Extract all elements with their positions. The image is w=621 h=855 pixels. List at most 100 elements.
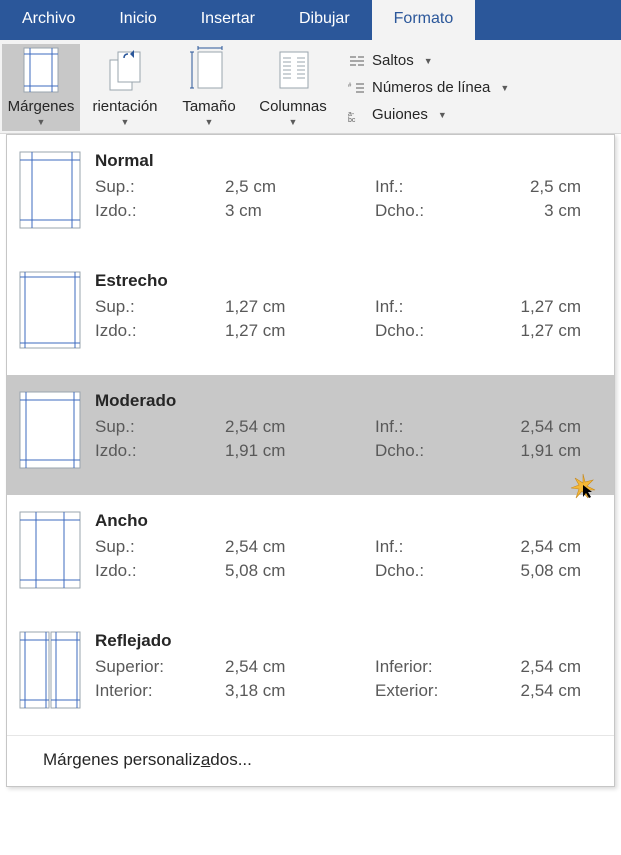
margin-row-label2: Exterior: [375,681,505,701]
custom-margins-item[interactable]: Márgenes personalizados... [7,735,614,786]
hyphenation-icon: a- bc [348,108,366,122]
breaks-button[interactable]: Saltos ▼ [340,48,517,73]
margin-option-body: Reflejado Superior:2,54 cmInferior:2,54 c… [95,631,604,709]
custom-margins-label-underline: a [201,750,210,769]
margin-option-title: Ancho [95,511,604,531]
margin-row-value2: 1,91 cm [505,441,581,461]
margin-row-value: 3,18 cm [225,681,375,701]
columns-button[interactable]: Columnas ▼ [254,44,332,131]
margin-row: Sup.:2,54 cmInf.:2,54 cm [95,537,604,557]
line-numbers-button[interactable]: # Números de línea ▼ [340,75,517,100]
margin-option-moderado[interactable]: ModeradoSup.:2,54 cmInf.:2,54 cmIzdo.:1,… [7,375,614,495]
margin-row-label2: Inf.: [375,417,505,437]
margin-row-value: 1,27 cm [225,297,375,317]
hyphenation-button[interactable]: a- bc Guiones ▼ [340,102,517,127]
margin-thumb-icon [19,391,81,469]
margin-row-label: Izdo.: [95,321,225,341]
line-numbers-label: Números de línea [372,79,490,96]
margin-row-value2: 2,54 cm [505,537,581,557]
margin-option-title: Estrecho [95,271,604,291]
svg-text:#: # [348,83,352,89]
margins-button[interactable]: Márgenes ▼ [2,44,80,131]
margin-row: Izdo.:3 cmDcho.:3 cm [95,201,604,221]
margin-row: Interior:3,18 cmExterior:2,54 cm [95,681,604,701]
margin-row: Izdo.:1,27 cmDcho.:1,27 cm [95,321,604,341]
hyphenation-label: Guiones [372,106,428,123]
margin-row: Sup.:1,27 cmInf.:1,27 cm [95,297,604,317]
size-label: Tamaño [182,98,235,115]
page-setup-group: Saltos ▼ # Números de línea ▼ a- bc Guio… [338,44,519,131]
ribbon-toolbar: Márgenes ▼ rientación ▼ [0,40,621,134]
margin-row-value2: 2,54 cm [505,681,581,701]
orientation-label: rientación [92,98,157,115]
tab-inicio[interactable]: Inicio [97,0,178,40]
margin-row-value: 2,54 cm [225,657,375,677]
margin-row-value: 1,27 cm [225,321,375,341]
margin-row-value: 2,54 cm [225,417,375,437]
margin-row-label2: Inf.: [375,537,505,557]
columns-label: Columnas [259,98,327,115]
margin-row-value2: 5,08 cm [505,561,581,581]
orientation-icon [104,46,146,94]
margin-option-ancho[interactable]: AnchoSup.:2,54 cmInf.:2,54 cmIzdo.:5,08 … [7,495,614,615]
margin-row-label2: Inf.: [375,297,505,317]
margin-thumb-icon [19,151,81,229]
margin-row-label: Sup.: [95,537,225,557]
margin-thumb-icon [19,511,81,589]
size-icon [188,46,230,94]
tab-dibujar[interactable]: Dibujar [277,0,372,40]
margin-row-label: Izdo.: [95,441,225,461]
margin-row-label: Interior: [95,681,225,701]
chevron-down-icon: ▼ [500,83,509,93]
chevron-down-icon: ▼ [289,117,298,127]
margin-row-value: 2,5 cm [225,177,375,197]
margins-label: Márgenes [8,98,75,115]
margin-option-body: ModeradoSup.:2,54 cmInf.:2,54 cmIzdo.:1,… [95,391,604,469]
margin-option-title: Normal [95,151,604,171]
margin-option-body: NormalSup.:2,5 cmInf.:2,5 cmIzdo.:3 cmDc… [95,151,604,229]
margin-row-value: 2,54 cm [225,537,375,557]
margin-row-label2: Dcho.: [375,321,505,341]
chevron-down-icon: ▼ [37,117,46,127]
margin-option-normal[interactable]: NormalSup.:2,5 cmInf.:2,5 cmIzdo.:3 cmDc… [7,135,614,255]
cursor-click-icon [570,473,596,499]
margin-row: Sup.:2,54 cmInf.:2,54 cm [95,417,604,437]
margin-row-value2: 2,54 cm [505,657,581,677]
margin-row-label: Izdo.: [95,561,225,581]
margin-thumb-icon [19,271,81,349]
tab-insertar[interactable]: Insertar [179,0,277,40]
margin-row: Izdo.:5,08 cmDcho.:5,08 cm [95,561,604,581]
margin-row-label2: Inf.: [375,177,505,197]
margins-dropdown: NormalSup.:2,5 cmInf.:2,5 cmIzdo.:3 cmDc… [6,134,615,787]
margins-icon [20,46,62,94]
margin-row-value2: 2,54 cm [505,417,581,437]
orientation-button[interactable]: rientación ▼ [86,44,164,131]
custom-margins-label-post: dos... [210,750,252,769]
size-button[interactable]: Tamaño ▼ [170,44,248,131]
tab-formato[interactable]: Formato [372,0,476,40]
chevron-down-icon: ▼ [424,56,433,66]
margin-option-title: Moderado [95,391,604,411]
margin-row-value2: 1,27 cm [505,321,581,341]
margin-row-label2: Dcho.: [375,561,505,581]
margin-row-label2: Inferior: [375,657,505,677]
custom-margins-label-pre: Márgenes personaliz [43,750,201,769]
margin-option-estrecho[interactable]: EstrechoSup.:1,27 cmInf.:1,27 cmIzdo.:1,… [7,255,614,375]
margin-row: Superior:2,54 cmInferior:2,54 cm [95,657,604,677]
margin-row: Izdo.:1,91 cmDcho.:1,91 cm [95,441,604,461]
breaks-label: Saltos [372,52,414,69]
margin-thumb-icon [19,631,81,709]
ribbon-tabs: ArchivoInicioInsertarDibujarFormato [0,0,621,40]
margin-row-value: 3 cm [225,201,375,221]
columns-icon [272,46,314,94]
margin-option-reflejado[interactable]: Reflejado Superior:2,54 cmInferior:2,54 c… [7,615,614,735]
chevron-down-icon: ▼ [205,117,214,127]
margin-row-label2: Dcho.: [375,201,505,221]
svg-text:bc: bc [348,117,356,122]
margin-option-body: EstrechoSup.:1,27 cmInf.:1,27 cmIzdo.:1,… [95,271,604,349]
margin-option-body: AnchoSup.:2,54 cmInf.:2,54 cmIzdo.:5,08 … [95,511,604,589]
margin-row-value: 1,91 cm [225,441,375,461]
margin-option-title: Reflejado [95,631,604,651]
tab-archivo[interactable]: Archivo [0,0,97,40]
margin-row-value: 5,08 cm [225,561,375,581]
